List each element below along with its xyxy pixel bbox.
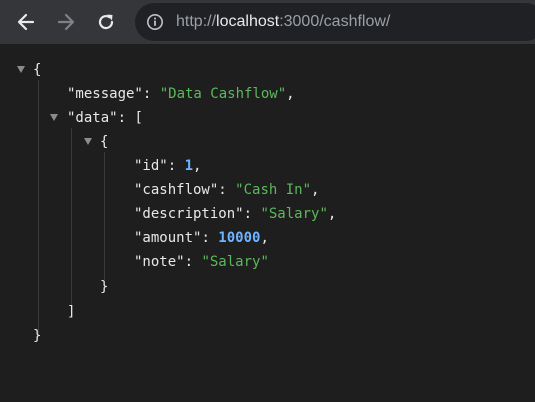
json-string-value: "Data Cashflow": [159, 86, 287, 102]
json-number-value: 1: [184, 158, 194, 174]
json-line-cashflow: "cashflow": "Cash In",: [134, 182, 320, 198]
json-line-description: "description": "Salary",: [134, 206, 337, 222]
collapse-toggle-data[interactable]: [50, 114, 58, 121]
json-key: "message": [67, 86, 143, 102]
indent-guide: [104, 152, 105, 280]
json-string-value: "Salary": [260, 206, 328, 222]
json-data-close: ]: [67, 304, 76, 320]
collapse-toggle-item[interactable]: [84, 138, 92, 145]
json-item-close: }: [100, 279, 109, 295]
json-root-close: }: [33, 328, 42, 344]
indent-guide: [38, 80, 39, 336]
url-path: :3000/cashflow/: [279, 13, 391, 30]
json-key: "id": [134, 158, 168, 174]
url-scheme: http://: [176, 13, 217, 30]
forward-button[interactable]: [51, 7, 81, 37]
json-string-value: "Salary": [201, 254, 269, 270]
json-number-value: 10000: [218, 230, 261, 246]
browser-toolbar: http://localhost:3000/cashflow/: [0, 0, 535, 44]
json-item-open: {: [100, 134, 109, 150]
address-bar[interactable]: http://localhost:3000/cashflow/: [135, 3, 535, 41]
json-key: "amount": [134, 230, 202, 246]
url-text[interactable]: http://localhost:3000/cashflow/: [176, 12, 390, 32]
reload-icon: [98, 14, 114, 30]
json-line-amount: "amount": 10000,: [134, 230, 269, 246]
json-key: "description": [134, 206, 244, 222]
json-line-data: "data": [: [67, 110, 143, 126]
json-key: "note": [134, 254, 185, 270]
back-button[interactable]: [11, 7, 41, 37]
json-key: "data": [67, 110, 118, 126]
json-viewer: { "message": "Data Cashflow", "data": [ …: [0, 44, 535, 402]
json-key: "cashflow": [134, 182, 219, 198]
arrow-left-icon: [17, 13, 35, 31]
json-string-value: "Cash In": [235, 182, 312, 198]
indent-guide: [71, 128, 72, 308]
json-root-open: {: [33, 62, 42, 78]
arrow-right-icon: [57, 13, 75, 31]
reload-button[interactable]: [91, 7, 121, 37]
json-line-id: "id": 1,: [134, 158, 202, 174]
json-line-message: "message": "Data Cashflow",: [67, 86, 295, 102]
collapse-toggle-root[interactable]: [17, 66, 25, 73]
json-line-note: "note": "Salary": [134, 254, 269, 270]
info-circle-icon[interactable]: [146, 13, 164, 31]
url-host: localhost: [216, 13, 280, 30]
